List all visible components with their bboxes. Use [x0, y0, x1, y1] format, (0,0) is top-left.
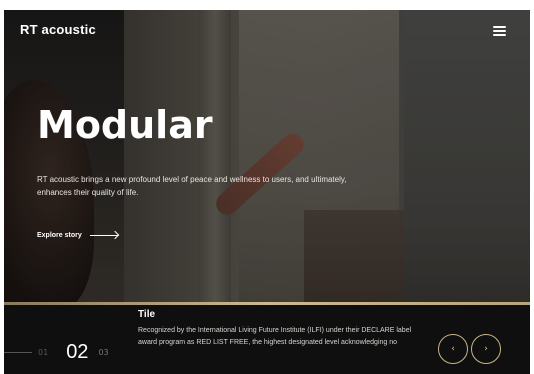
prev-glyph: ‹ [451, 344, 455, 354]
slide-prev-index[interactable]: 01 [38, 348, 48, 357]
hero-section: RT acoustic Modular RT acoustic brings a… [4, 10, 530, 306]
site-logo[interactable]: RT acoustic [20, 22, 96, 37]
hero-description: RT acoustic brings a new profound level … [37, 175, 347, 197]
slider-nav: ‹ › [438, 334, 504, 364]
slider-footer: 01 02 03 Tile Recognized by the Internat… [4, 305, 530, 374]
slide-info-title: Tile [138, 309, 156, 320]
chevron-left-icon[interactable]: ‹ [438, 334, 468, 364]
slide-counter: 01 02 03 [4, 341, 109, 364]
page-frame: RT acoustic Modular RT acoustic brings a… [4, 10, 530, 374]
hamburger-bar [493, 34, 506, 36]
chevron-right-icon[interactable]: › [471, 334, 501, 364]
explore-story-link[interactable]: Explore story [37, 232, 118, 239]
progress-line [4, 352, 32, 353]
hamburger-icon[interactable] [493, 26, 506, 36]
next-glyph: › [484, 344, 488, 354]
hero-overlay [4, 10, 530, 306]
arrow-right-icon [89, 235, 118, 236]
explore-story-label: Explore story [37, 232, 82, 239]
slide-info: Tile Recognized by the International Liv… [138, 309, 418, 349]
slide-next-index[interactable]: 03 [98, 348, 108, 357]
hero-title: Modular [37, 103, 213, 147]
slide-current-index: 02 [66, 341, 89, 363]
hamburger-bar [493, 30, 506, 32]
slide-info-body: Recognized by the International Living F… [138, 327, 412, 346]
hamburger-bar [493, 26, 506, 28]
